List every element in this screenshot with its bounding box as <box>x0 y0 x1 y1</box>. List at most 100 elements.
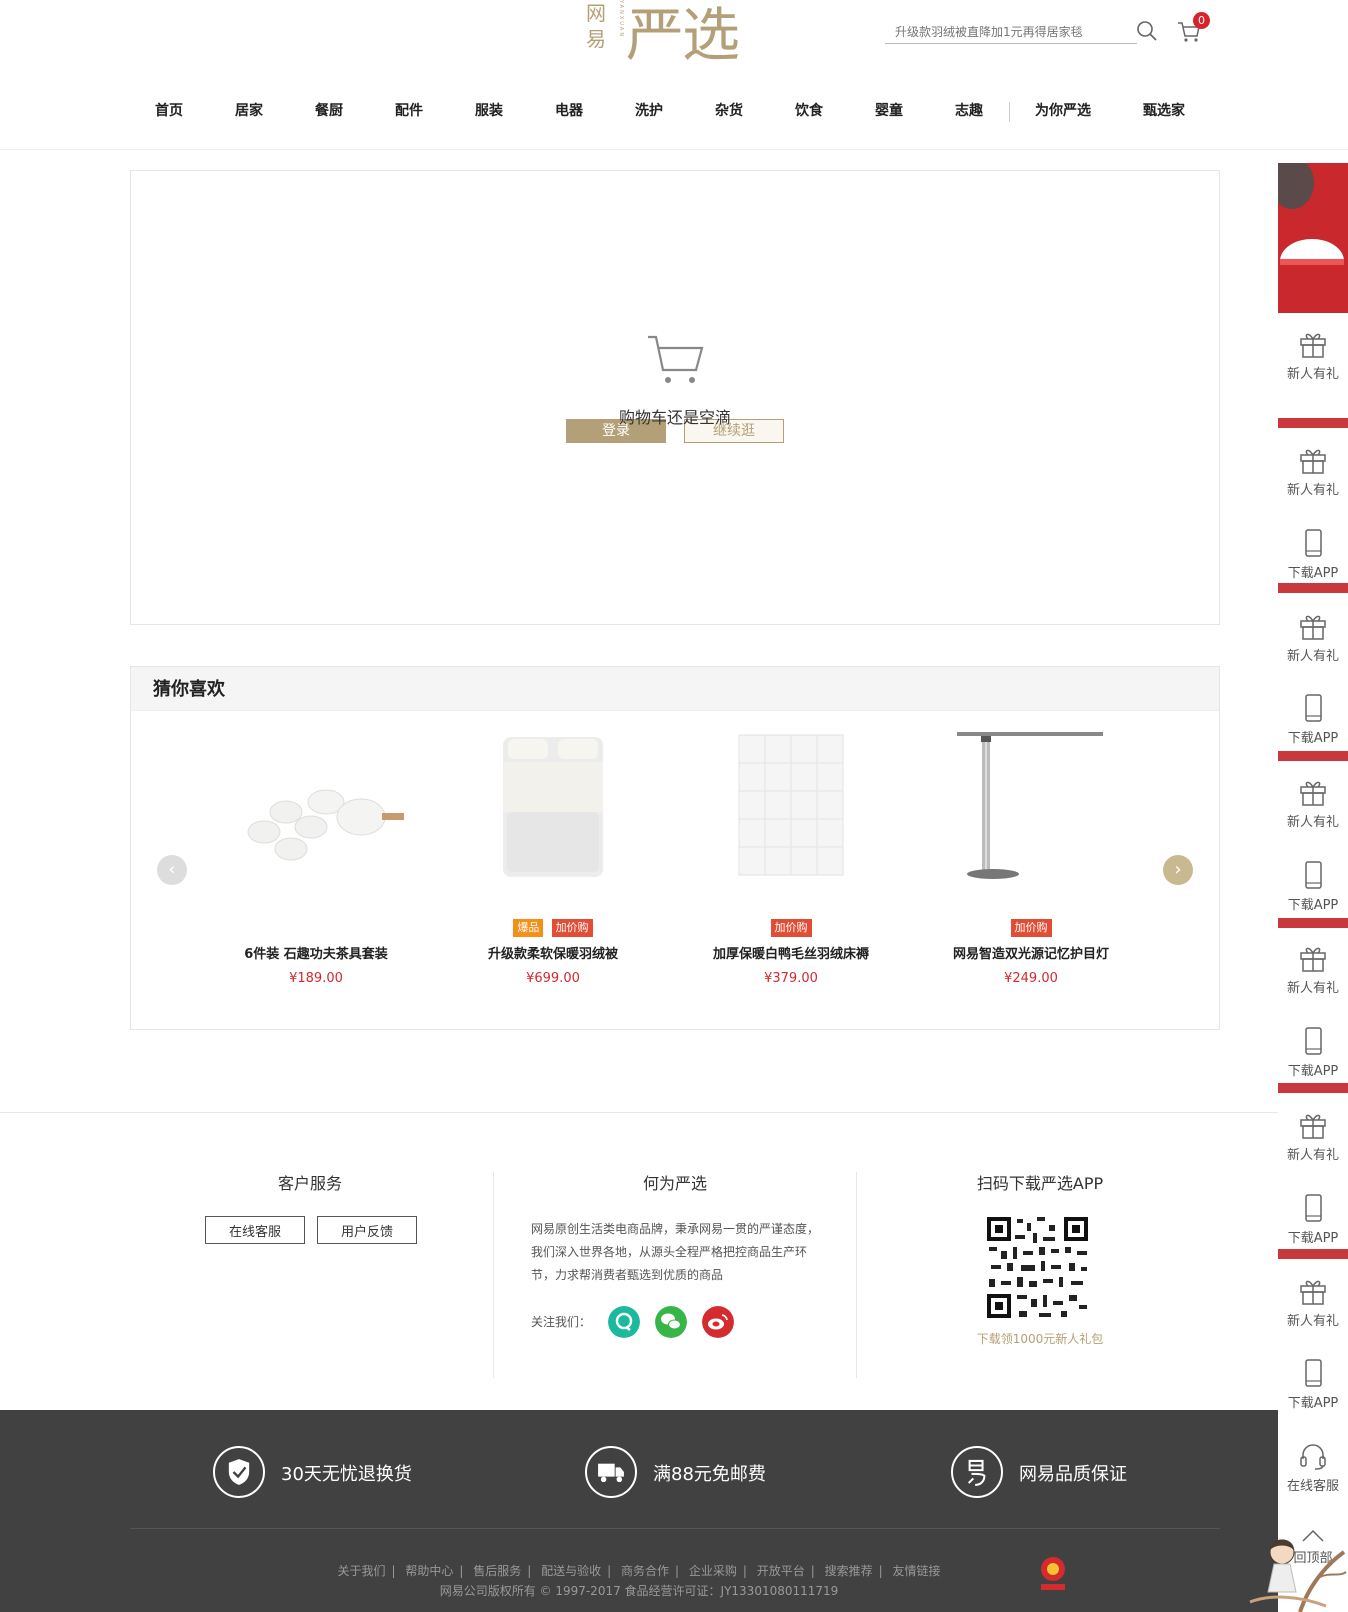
product-price: ¥189.00 <box>289 971 343 986</box>
footer-link-open-platform[interactable]: 开放平台 <box>757 1564 805 1578</box>
sidebar-label: 新人有礼 <box>1286 649 1339 664</box>
about-title: 何为严选 <box>642 1174 707 1193</box>
about-description: 网易原创生活类电商品牌，秉承网易一贯的严谨态度，我们深入世界各地，从源头全程严格… <box>531 1222 820 1282</box>
nav-item-sundries[interactable]: 杂货 <box>715 100 743 120</box>
product-card[interactable]: 爆品 加价购 升级款柔软保暖羽绒被 ¥699.00 <box>453 717 653 986</box>
sidebar-download-app[interactable]: 下载APP <box>1278 693 1348 746</box>
cart-panel: 购物车还是空滴 登录 继续逛 <box>130 170 1220 625</box>
sidebar-download-app[interactable]: 下载APP <box>1278 528 1348 581</box>
sidebar-download-app[interactable]: 下载APP <box>1278 1358 1348 1411</box>
product-price: ¥699.00 <box>526 971 580 986</box>
gift-icon <box>1300 947 1326 972</box>
sidebar-new-user-gift[interactable]: 新人有礼 <box>1278 329 1348 382</box>
product-name[interactable]: 升级款柔软保暖羽绒被 <box>453 943 653 962</box>
feature-return-text: 30天无忧退换货 <box>281 1464 412 1485</box>
mascot-illustration <box>1249 1539 1347 1612</box>
sidebar-online-service[interactable]: 在线客服 <box>1278 1441 1348 1494</box>
weibo-icon[interactable] <box>702 1306 734 1338</box>
right-sidebar: 新人有礼 新人有礼 下载APP 新人有礼 下载APP 新人有礼 下载APP 新人… <box>1278 163 1348 1612</box>
nav-item-personal-care[interactable]: 洗护 <box>635 100 663 120</box>
sidebar-red-stripe <box>1278 751 1348 761</box>
nav-item-kitchen[interactable]: 餐厨 <box>315 100 343 120</box>
online-service-button[interactable]: 在线客服 <box>205 1216 305 1244</box>
copyright-text: 网易公司版权所有 © 1997-2017 食品经营许可证：JY133010801… <box>439 1584 839 1598</box>
sidebar-new-user-gift[interactable]: 新人有礼 <box>1278 943 1348 996</box>
sidebar-promo-banner[interactable] <box>1278 163 1348 313</box>
footer-links: 关于我们 | 帮助中心 | 售后服务 | 配送与验收 | 商务合作 | 企业采购 | 开放平… <box>337 1564 941 1578</box>
phone-icon <box>1305 1359 1322 1387</box>
product-name[interactable]: 6件装 石趣功夫茶具套装 <box>216 943 416 962</box>
cart-count-badge: 0 <box>1193 12 1210 29</box>
product-name[interactable]: 加厚保暖白鸭毛丝羽绒床褥 <box>691 943 891 962</box>
product-card[interactable]: 加价购 网易智造双光源记忆护目灯 ¥249.00 <box>931 717 1131 986</box>
product-card[interactable]: 6件装 石趣功夫茶具套装 ¥189.00 <box>216 717 416 986</box>
logo-small-text: 网易 <box>586 1 606 51</box>
sidebar-new-user-gift[interactable]: 新人有礼 <box>1278 611 1348 664</box>
nav-item-selectors[interactable]: 甄选家 <box>1143 100 1185 120</box>
nav-item-baby[interactable]: 婴童 <box>875 100 903 120</box>
search-box <box>885 22 1137 44</box>
site-logo[interactable]: 网易 YANXUAN 严选 <box>584 0 764 69</box>
gift-icon <box>1300 781 1326 806</box>
sidebar-label: 下载APP <box>1287 1064 1339 1079</box>
logo-vertical-text: YANXUAN <box>618 0 624 39</box>
sidebar-new-user-gift[interactable]: 新人有礼 <box>1278 1110 1348 1163</box>
sidebar-download-app[interactable]: 下载APP <box>1278 1193 1348 1246</box>
gift-icon <box>1300 449 1326 474</box>
sidebar-download-app[interactable]: 下载APP <box>1278 860 1348 913</box>
nav-item-appliances[interactable]: 电器 <box>555 100 583 120</box>
product-image-down-quilt[interactable] <box>463 717 643 887</box>
product-tags <box>216 919 416 941</box>
feedback-button[interactable]: 用户反馈 <box>317 1216 417 1244</box>
footer-link-enterprise[interactable]: 企业采购 <box>689 1564 737 1578</box>
carousel-next-button[interactable]: › <box>1163 855 1193 885</box>
nav-item-food[interactable]: 饮食 <box>795 100 823 120</box>
product-card[interactable]: 加价购 加厚保暖白鸭毛丝羽绒床褥 ¥379.00 <box>691 717 891 986</box>
phone-icon <box>1305 1027 1322 1055</box>
sidebar-label: 下载APP <box>1287 731 1339 746</box>
product-name[interactable]: 网易智造双光源记忆护目灯 <box>931 943 1131 962</box>
product-price: ¥379.00 <box>764 971 818 986</box>
footer-link-aftersales[interactable]: 售后服务 <box>473 1564 521 1578</box>
nav-item-clothing[interactable]: 服装 <box>475 100 503 120</box>
dark-footer: 30天无忧退换货 满88元免邮费 网易品质保证 关于我们 | 帮助中心 | 售后服务… <box>0 1410 1278 1612</box>
sidebar-red-stripe <box>1278 918 1348 928</box>
footer-link-business[interactable]: 商务合作 <box>621 1564 669 1578</box>
sidebar-download-app[interactable]: 下载APP <box>1278 1026 1348 1079</box>
app-gift-text[interactable]: 下载领1000元新人礼包 <box>960 1330 1120 1347</box>
netease-social-icon[interactable] <box>608 1306 640 1338</box>
search-icon[interactable] <box>1136 20 1158 42</box>
logo-main-text: 严选 <box>626 1 740 69</box>
sidebar-new-user-gift[interactable]: 新人有礼 <box>1278 1276 1348 1329</box>
recommend-title: 猜你喜欢 <box>131 667 1219 711</box>
product-image-teaset[interactable] <box>226 717 406 887</box>
product-image-mattress[interactable] <box>701 717 881 887</box>
sidebar-label: 在线客服 <box>1286 1479 1339 1494</box>
product-image-desk-lamp[interactable] <box>941 717 1121 887</box>
sidebar-label: 新人有礼 <box>1286 1148 1339 1163</box>
nav-item-accessories[interactable]: 配件 <box>395 100 423 120</box>
sidebar-red-stripe <box>1278 418 1348 428</box>
sidebar-new-user-gift[interactable]: 新人有礼 <box>1278 445 1348 498</box>
nav-item-home-living[interactable]: 居家 <box>235 100 263 120</box>
footer-link-about[interactable]: 关于我们 <box>337 1564 385 1578</box>
sidebar-red-stripe <box>1278 583 1348 593</box>
carousel-prev-button[interactable]: ‹ <box>157 855 187 885</box>
phone-icon <box>1305 529 1322 557</box>
nav-item-for-you[interactable]: 为你严选 <box>1035 100 1091 120</box>
footer-link-friends[interactable]: 友情链接 <box>892 1564 940 1578</box>
product-price: ¥249.00 <box>1004 971 1058 986</box>
wechat-icon[interactable] <box>655 1306 687 1338</box>
footer-link-delivery[interactable]: 配送与验收 <box>541 1564 601 1578</box>
footer-link-help[interactable]: 帮助中心 <box>405 1564 453 1578</box>
netease-logo-icon <box>951 1446 1003 1498</box>
sidebar-label: 新人有礼 <box>1286 1314 1339 1329</box>
footer-col-divider <box>493 1172 494 1378</box>
sidebar-label: 新人有礼 <box>1286 815 1339 830</box>
feature-shipping-text: 满88元免邮费 <box>653 1464 766 1485</box>
footer-link-search[interactable]: 搜索推荐 <box>825 1564 873 1578</box>
sidebar-new-user-gift[interactable]: 新人有礼 <box>1278 777 1348 830</box>
search-input[interactable] <box>885 22 1115 42</box>
nav-item-home[interactable]: 首页 <box>155 100 183 120</box>
nav-item-interests[interactable]: 志趣 <box>955 100 983 120</box>
